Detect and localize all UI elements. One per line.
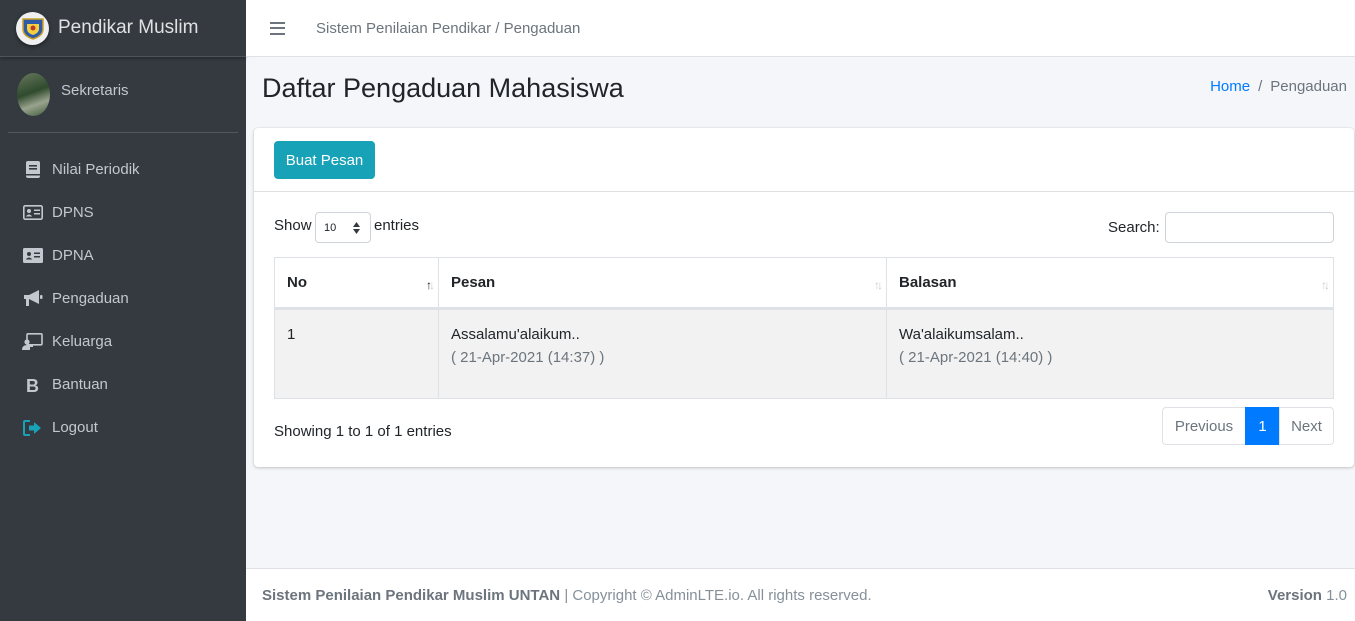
- sidebar-item-label: Logout: [52, 419, 98, 436]
- message-timestamp: ( 21-Apr-2021 (14:37) ): [451, 349, 605, 366]
- pagination-previous-button[interactable]: Previous: [1162, 407, 1246, 445]
- sidebar-item-label: Pengaduan: [52, 290, 129, 307]
- footer-copyright-text: | Copyright © AdminLTE.io. All rights re…: [564, 586, 872, 604]
- sidebar-menu: Nilai Periodik DPNS DPNA Pengaduan Kelua…: [0, 133, 246, 449]
- complaints-card: Buat Pesan Show 10 entries Search: No ↑↓…: [254, 128, 1354, 467]
- footer-app-name: Sistem Penilaian Pendikar Muslim UNTAN: [262, 586, 561, 604]
- sort-icon: ↑↓: [874, 278, 883, 292]
- sidebar-item-pengaduan[interactable]: Pengaduan: [0, 277, 246, 320]
- card-header: Buat Pesan: [254, 128, 1354, 192]
- reply-timestamp: ( 21-Apr-2021 (14:40) ): [899, 349, 1053, 366]
- column-header-pesan[interactable]: Pesan ↑↓: [438, 257, 887, 310]
- sidebar-item-dpna[interactable]: DPNA: [0, 234, 246, 277]
- table-header-row: No ↑↓ Pesan ↑↓ Balasan ↑↓: [274, 257, 1334, 310]
- brand-name: Pendikar Muslim: [58, 17, 199, 38]
- sidebar-item-label: DPNA: [52, 247, 94, 264]
- entries-select-value: 10: [324, 221, 337, 234]
- sidebar: Pendikar Muslim Sekretaris Nilai Periodi…: [0, 0, 246, 621]
- column-header-balasan[interactable]: Balasan ↑↓: [886, 257, 1334, 310]
- user-name[interactable]: Sekretaris: [61, 82, 129, 99]
- cell-balasan: Wa'alaikumsalam.. ( 21-Apr-2021 (14:40) …: [886, 308, 1334, 399]
- menu-toggle-icon[interactable]: [270, 21, 285, 35]
- brand-link[interactable]: Pendikar Muslim: [0, 0, 246, 57]
- search-input[interactable]: [1165, 212, 1334, 243]
- sidebar-item-label: Bantuan: [52, 376, 108, 393]
- sidebar-item-label: Keluarga: [52, 333, 113, 350]
- cell-no: 1: [274, 308, 439, 399]
- footer-version: Version 1.0: [1268, 587, 1347, 604]
- id-card-icon: [22, 202, 43, 223]
- svg-text:B: B: [26, 377, 39, 393]
- show-label: Show: [274, 217, 312, 234]
- sidebar-item-nilai-periodik[interactable]: Nilai Periodik: [0, 148, 246, 191]
- cell-pesan: Assalamu'alaikum.. ( 21-Apr-2021 (14:37)…: [438, 308, 887, 399]
- message-text: Assalamu'alaikum..: [451, 326, 580, 343]
- chalkboard-teacher-icon: [22, 331, 43, 352]
- footer: Sistem Penilaian Pendikar Muslim UNTAN |…: [246, 568, 1355, 621]
- entries-select[interactable]: 10: [315, 212, 371, 243]
- book-icon: [22, 159, 43, 180]
- footer-version-number: 1.0: [1326, 586, 1347, 604]
- avatar[interactable]: [17, 73, 50, 116]
- sidebar-item-logout[interactable]: Logout: [0, 406, 246, 449]
- table-info: Showing 1 to 1 of 1 entries: [274, 423, 452, 440]
- create-message-button[interactable]: Buat Pesan: [274, 141, 375, 179]
- footer-version-label: Version: [1267, 586, 1322, 604]
- footer-copyright: Sistem Penilaian Pendikar Muslim UNTAN |…: [262, 587, 872, 604]
- sidebar-item-label: Nilai Periodik: [52, 161, 140, 178]
- page-title: Daftar Pengaduan Mahasiswa: [262, 73, 624, 103]
- sidebar-item-label: DPNS: [52, 204, 94, 221]
- sidebar-item-dpns[interactable]: DPNS: [0, 191, 246, 234]
- table-row[interactable]: 1 Assalamu'alaikum.. ( 21-Apr-2021 (14:3…: [274, 308, 1334, 399]
- bold-b-icon: B: [22, 374, 43, 395]
- sidebar-item-keluarga[interactable]: Keluarga: [0, 320, 246, 363]
- entries-label: entries: [374, 217, 420, 234]
- user-panel: Sekretaris: [8, 57, 238, 133]
- complaints-table: No ↑↓ Pesan ↑↓ Balasan ↑↓ 1 Assalamu'ala…: [274, 257, 1334, 399]
- university-seal-icon: [16, 11, 49, 45]
- column-header-no[interactable]: No ↑↓: [274, 257, 439, 310]
- breadcrumb-current: Pengaduan: [1270, 78, 1347, 95]
- reply-text: Wa'alaikumsalam..: [899, 326, 1024, 343]
- pagination-page-button[interactable]: 1: [1245, 407, 1280, 445]
- sort-icon: ↑↓: [1321, 278, 1330, 292]
- sidebar-item-bantuan[interactable]: B Bantuan: [0, 363, 246, 406]
- top-breadcrumb[interactable]: Sistem Penilaian Pendikar / Pengaduan: [316, 20, 580, 37]
- breadcrumb: Home / Pengaduan: [1210, 78, 1347, 95]
- breadcrumb-separator: /: [1258, 78, 1263, 95]
- top-navbar: Sistem Penilaian Pendikar / Pengaduan: [246, 0, 1355, 57]
- id-card-icon: [22, 245, 43, 266]
- select-arrows-icon: [353, 222, 360, 234]
- search-label: Search:: [1108, 219, 1160, 236]
- pagination: Previous 1 Next: [1162, 407, 1334, 445]
- pagination-next-button[interactable]: Next: [1279, 407, 1334, 445]
- sort-asc-icon: ↑↓: [426, 278, 435, 292]
- bullhorn-icon: [22, 288, 43, 309]
- sign-out-icon: [22, 417, 43, 438]
- breadcrumb-home-link[interactable]: Home: [1210, 78, 1250, 95]
